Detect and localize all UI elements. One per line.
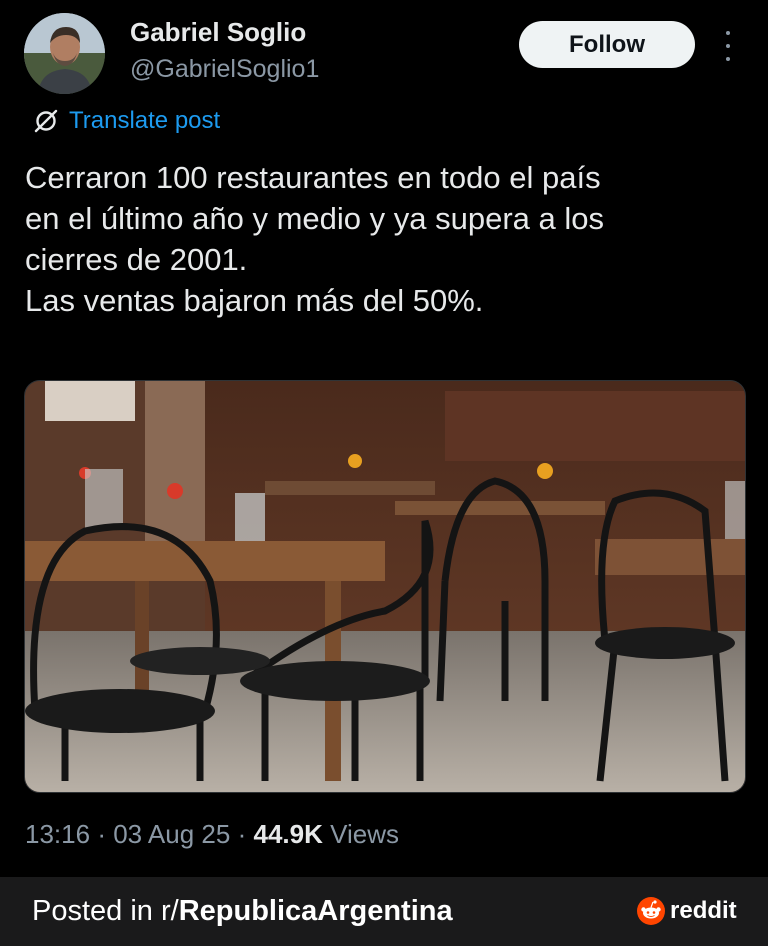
post-line: en el último año y medio y ya supera a l… [25, 201, 604, 236]
reddit-icon [637, 897, 665, 925]
post-line: cierres de 2001. [25, 242, 248, 277]
post-line: Cerraron 100 restaurantes en todo el paí… [25, 160, 601, 195]
posted-prefix: Posted in r/ [32, 895, 179, 927]
views-count[interactable]: 44.9K [253, 819, 322, 849]
author-handle[interactable]: @GabrielSoglio1 [130, 55, 319, 84]
meta-separator: · [97, 819, 106, 849]
meta-separator: · [237, 819, 247, 849]
post-meta: 13:16 · 03 Aug 25 · 44.9K Views [25, 819, 399, 850]
avatar[interactable] [24, 13, 105, 94]
subreddit-name[interactable]: RepublicaArgentina [179, 895, 453, 927]
follow-button[interactable]: Follow [519, 21, 695, 68]
post-time: 13:16 [25, 819, 91, 849]
restaurant-photo [25, 381, 745, 792]
translate-label: Translate post [69, 107, 221, 134]
reddit-footer: Posted in r/RepublicaArgentina reddit [0, 877, 768, 946]
post-text: Cerraron 100 restaurantes en todo el paí… [25, 157, 745, 321]
more-dot [726, 57, 730, 61]
more-dot [726, 44, 730, 48]
post-line: Las ventas bajaron más del 50%. [25, 283, 484, 318]
translate-icon [34, 109, 58, 133]
reddit-logo: reddit [637, 897, 737, 925]
post-image[interactable] [24, 380, 746, 793]
post-date: 03 Aug 25 [113, 819, 231, 849]
posted-in-label: Posted in r/RepublicaArgentina [32, 895, 453, 928]
more-dot [726, 31, 730, 35]
translate-post-link[interactable]: Translate post [33, 107, 220, 135]
more-vertical-icon[interactable] [718, 31, 738, 61]
author-name[interactable]: Gabriel Soglio [130, 17, 306, 48]
reddit-wordmark: reddit [670, 897, 737, 924]
avatar-photo [24, 13, 105, 94]
views-label: Views [330, 819, 399, 849]
